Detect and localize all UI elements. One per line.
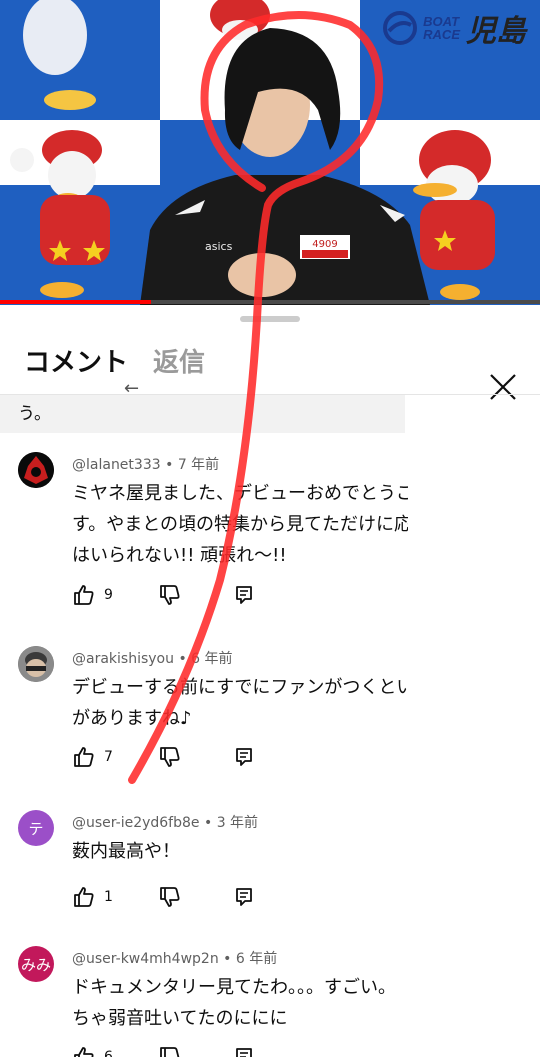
like-count: 7 — [104, 749, 113, 765]
comment-actions: 1 — [72, 884, 272, 910]
reply-button[interactable] — [234, 1044, 254, 1057]
comment-author[interactable]: @lalanet333 — [72, 457, 161, 473]
comment-text: ドキュメンタリー見てたわ。。。すごい。 ちゃ弱音吐いてたのににに — [72, 972, 408, 1034]
comment-line: 薮内最高や！ — [72, 841, 180, 862]
brand-line2: RACE — [423, 27, 460, 42]
like-count: 1 — [104, 889, 113, 905]
thumbs-up-icon — [74, 747, 94, 767]
reply-button[interactable] — [234, 884, 254, 910]
thumbs-down-icon — [160, 887, 180, 907]
reply-icon — [236, 748, 252, 766]
meta-separator: • — [174, 651, 192, 667]
comment-age: 7 年前 — [177, 457, 220, 473]
reply-button[interactable] — [234, 582, 254, 608]
tab-replies[interactable]: 返信 — [153, 342, 205, 379]
comment-line: がありますね♪ — [72, 708, 192, 729]
meta-separator: • — [160, 457, 178, 473]
comment-line: ドキュメンタリー見てたわ。。。すごい。 — [72, 977, 396, 998]
dislike-button[interactable] — [158, 1044, 182, 1057]
reply-icon — [236, 586, 252, 604]
like-count: 6 — [104, 1049, 113, 1057]
comment-meta: @user-kw4mh4wp2n • 6 年前 — [72, 948, 277, 968]
comment-text: ミヤネ屋見ました、デビューおめでとうご す。やまとの頃の特集から見てただけに応 … — [72, 478, 408, 571]
avatar[interactable]: みみ — [18, 946, 54, 982]
reply-icon — [236, 1048, 252, 1057]
comment-author[interactable]: @arakishisyou — [72, 651, 174, 667]
comment-age: 3 年前 — [216, 815, 259, 831]
thumbs-up-icon — [74, 1047, 94, 1057]
tab-comments[interactable]: コメント — [24, 342, 128, 379]
comment-text: デビューする前にすでにファンがつくとい がありますね♪ — [72, 672, 408, 734]
drag-handle[interactable] — [240, 316, 300, 322]
video-player[interactable]: 4909 asics BOAT RACE 児島 — [0, 0, 540, 305]
thumbs-down-icon — [160, 747, 180, 767]
reply-button[interactable] — [234, 744, 254, 770]
comment-author[interactable]: @user-kw4mh4wp2n — [72, 951, 219, 967]
comment-age: 6 年前 — [191, 651, 233, 667]
avatar[interactable] — [18, 452, 54, 488]
dislike-button[interactable] — [158, 582, 182, 608]
svg-text:asics: asics — [205, 240, 233, 253]
thumbs-down-icon — [160, 585, 180, 605]
comment-meta: @lalanet333 • 7 年前 — [72, 454, 219, 474]
meta-separator: • — [218, 951, 236, 967]
like-button[interactable]: 7 — [72, 744, 113, 770]
comment-text: 薮内最高や！ — [72, 836, 408, 867]
dislike-button[interactable] — [158, 884, 182, 910]
meta-separator: • — [199, 815, 217, 831]
boatrace-logo: BOAT RACE 児島 — [383, 6, 526, 50]
like-button[interactable]: 9 — [72, 582, 113, 608]
thumbs-up-icon — [74, 887, 94, 907]
jacket-number: 4909 — [312, 239, 337, 250]
comment-meta: @user-ie2yd6fb8e • 3 年前 — [72, 812, 258, 832]
thumbs-up-icon — [74, 585, 94, 605]
avatar[interactable]: テ — [18, 810, 54, 846]
comment-age: 6 年前 — [235, 951, 278, 967]
dislike-button[interactable] — [158, 744, 182, 770]
comment-actions: 7 — [72, 744, 272, 770]
comments-panel: コメント 返信 ← う。 @lalanet333 • 7 年前 ミヤネ屋見ました… — [0, 306, 540, 1057]
comment-line: ちゃ弱音吐いてたのににに — [72, 1008, 288, 1029]
comment-line: す。やまとの頃の特集から見てただけに応 — [72, 514, 408, 535]
like-button[interactable]: 6 — [72, 1044, 113, 1057]
reply-icon — [236, 888, 252, 906]
avatar-emblem-icon — [18, 452, 54, 488]
boatrace-swirl-icon — [383, 11, 418, 45]
avatar-initial: テ — [28, 819, 44, 838]
comment-meta: @arakishisyou • 6 年前 — [72, 648, 233, 668]
like-count: 9 — [104, 587, 113, 603]
parent-comment-context: う。 — [0, 395, 405, 433]
video-progress-bar[interactable] — [0, 300, 540, 304]
avatar[interactable] — [18, 646, 54, 682]
like-button[interactable]: 1 — [72, 884, 113, 910]
parent-comment-text: う。 — [18, 404, 51, 424]
video-progress-fill — [0, 300, 152, 304]
comment-line: ミヤネ屋見ました、デビューおめでとうご — [72, 483, 408, 504]
avatar-initial: みみ — [20, 955, 51, 974]
panel-header: コメント 返信 ← — [0, 336, 540, 400]
comment-author[interactable]: @user-ie2yd6fb8e — [72, 815, 200, 831]
avatar-photo-icon — [18, 646, 54, 682]
brand-name: 児島 — [466, 14, 526, 49]
thumbs-down-icon — [160, 1047, 180, 1057]
comment-actions: 6 — [72, 1044, 272, 1057]
close-icon[interactable] — [486, 370, 520, 404]
comment-line: デビューする前にすでにファンがつくとい — [72, 677, 408, 698]
comment-line: はいられない!! 頑張れ〜!! — [72, 545, 287, 566]
comment-actions: 9 — [72, 582, 272, 608]
